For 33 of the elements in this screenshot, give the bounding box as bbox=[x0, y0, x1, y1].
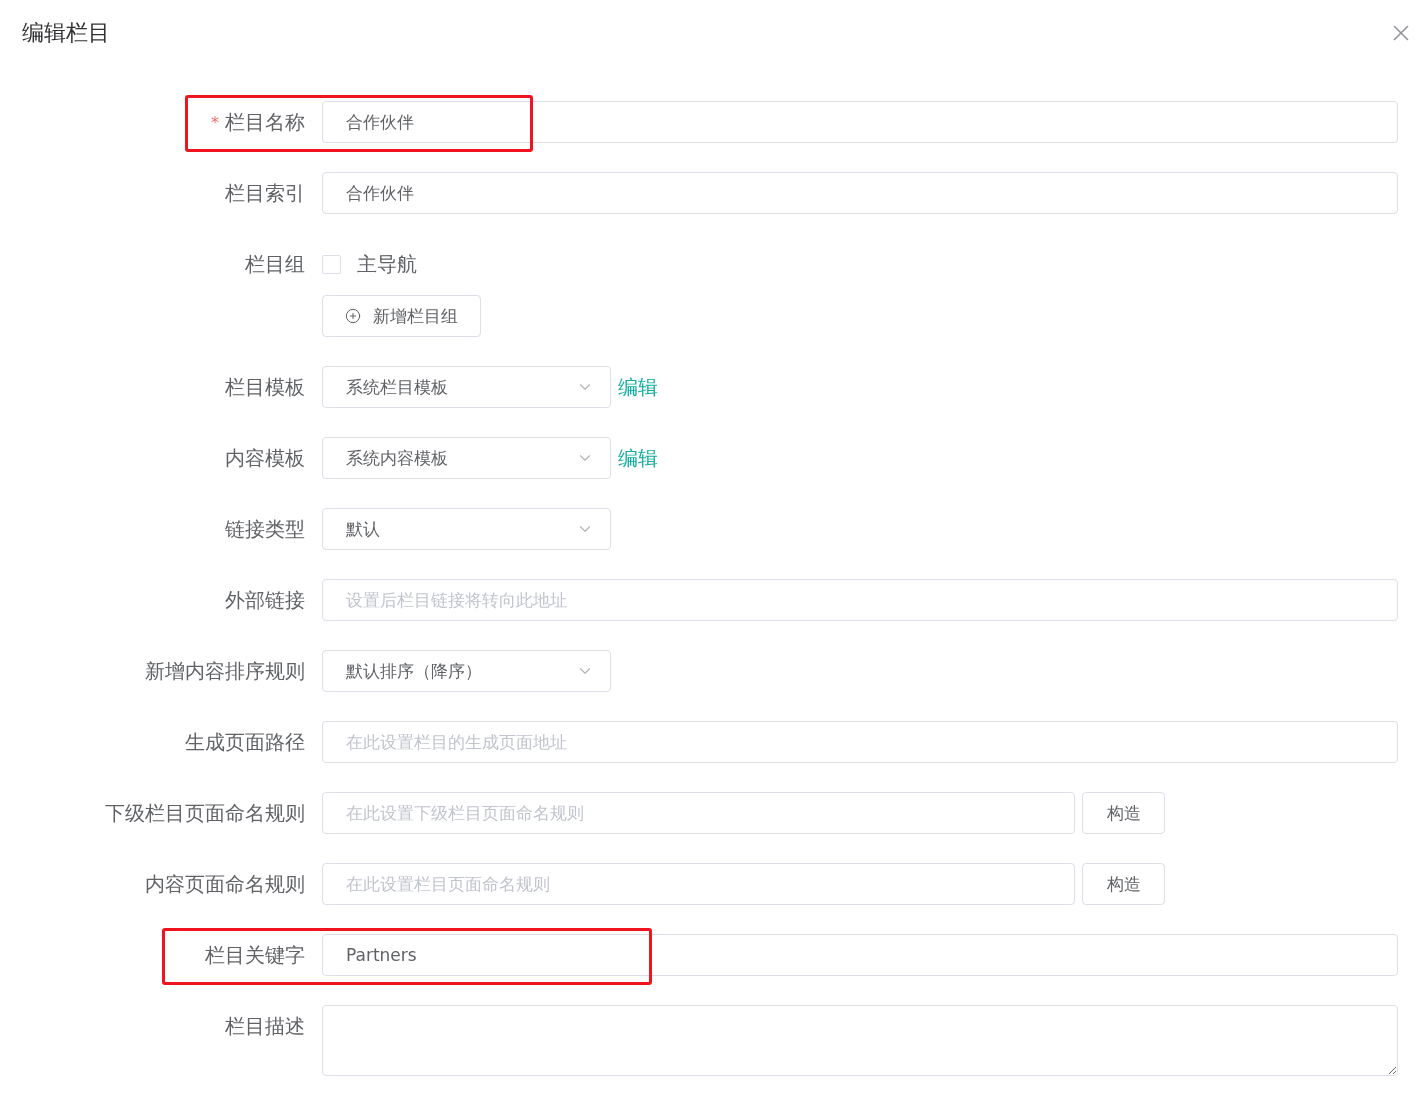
build-button[interactable]: 构造 bbox=[1082, 792, 1165, 834]
field-label: 链接类型 bbox=[225, 515, 305, 543]
select-field[interactable]: 系统内容模板 bbox=[322, 437, 611, 479]
build-button[interactable]: 构造 bbox=[1082, 863, 1165, 905]
text-field[interactable]: 在此设置栏目的生成页面地址 bbox=[322, 721, 1398, 763]
select-field[interactable]: 默认排序（降序） bbox=[322, 650, 611, 692]
field-label: 栏目组 bbox=[245, 250, 305, 278]
text-field[interactable]: 在此设置栏目页面命名规则 bbox=[322, 863, 1075, 905]
text-field[interactable]: 合作伙伴 bbox=[322, 172, 1398, 214]
description-field[interactable] bbox=[322, 1005, 1398, 1076]
field-label: 外部链接 bbox=[225, 586, 305, 614]
field-label: 下级栏目页面命名规则 bbox=[105, 799, 305, 827]
text-field[interactable]: 在此设置下级栏目页面命名规则 bbox=[322, 792, 1075, 834]
field-label: 栏目关键字 bbox=[205, 941, 305, 969]
field-label: 内容页面命名规则 bbox=[145, 870, 305, 898]
field-label: 栏目索引 bbox=[225, 179, 305, 207]
field-label: 栏目模板 bbox=[225, 373, 305, 401]
select-field[interactable]: 系统栏目模板 bbox=[322, 366, 611, 408]
required-mark: * bbox=[211, 112, 219, 132]
plus-circle-icon bbox=[345, 308, 361, 324]
checkbox-label: 主导航 bbox=[357, 250, 417, 278]
text-field[interactable]: Partners bbox=[322, 934, 1398, 976]
add-group-button[interactable]: 新增栏目组 bbox=[322, 295, 481, 337]
field-label: 新增内容排序规则 bbox=[145, 657, 305, 685]
checkbox[interactable] bbox=[322, 254, 341, 274]
field-label: 栏目名称 bbox=[225, 108, 305, 136]
field-label: 内容模板 bbox=[225, 444, 305, 472]
field-label: 生成页面路径 bbox=[185, 728, 305, 756]
field-label: 栏目描述 bbox=[225, 1012, 305, 1040]
dialog-title: 编辑栏目 bbox=[22, 19, 110, 47]
text-field[interactable]: 合作伙伴 bbox=[322, 101, 1398, 143]
text-field[interactable]: 设置后栏目链接将转向此地址 bbox=[322, 579, 1398, 621]
select-field[interactable]: 默认 bbox=[322, 508, 611, 550]
